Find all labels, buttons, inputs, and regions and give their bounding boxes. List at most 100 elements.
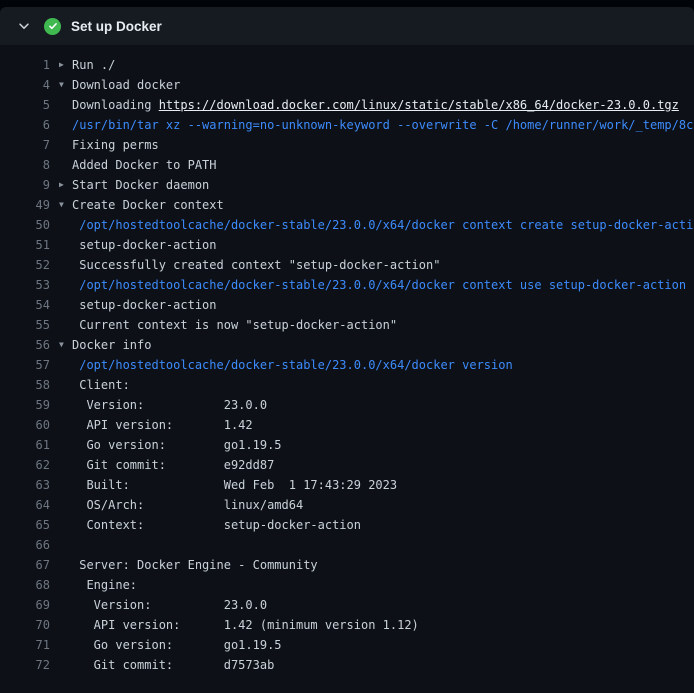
indent-spacer: [59, 315, 72, 335]
line-number[interactable]: 70: [0, 615, 50, 635]
group-title: Download docker: [72, 75, 180, 95]
indent-spacer: [59, 515, 72, 535]
line-number[interactable]: 59: [0, 395, 50, 415]
line-number[interactable]: 7: [0, 135, 50, 155]
indent-spacer: [59, 495, 72, 515]
log-line: 54 setup-docker-action: [0, 295, 694, 315]
indent-spacer: [59, 555, 72, 575]
line-number[interactable]: 67: [0, 555, 50, 575]
log-line: 71 Go version: go1.19.5: [0, 635, 694, 655]
group-collapsed-triangle-icon[interactable]: ▶: [59, 175, 72, 195]
line-number[interactable]: 5: [0, 95, 50, 115]
indent-spacer: [59, 95, 72, 115]
log-text: Version: 23.0.0: [72, 595, 267, 615]
line-number[interactable]: 60: [0, 415, 50, 435]
group-title: Create Docker context: [72, 195, 224, 215]
indent-spacer: [59, 455, 72, 475]
command-text: /usr/bin/tar xz --warning=no-unknown-key…: [72, 115, 694, 135]
line-number[interactable]: 49: [0, 195, 50, 215]
log-line: 55 Current context is now "setup-docker-…: [0, 315, 694, 335]
indent-spacer: [59, 375, 72, 395]
log-line: 59 Version: 23.0.0: [0, 395, 694, 415]
log-group-row[interactable]: 4 ▼Download docker: [0, 75, 694, 95]
indent-spacer: [59, 275, 72, 295]
indent-spacer: [59, 215, 72, 235]
group-expanded-triangle-icon[interactable]: ▼: [59, 335, 72, 355]
line-number[interactable]: 55: [0, 315, 50, 335]
log-text: Downloading: [72, 98, 159, 112]
indent-spacer: [59, 475, 72, 495]
indent-spacer: [59, 635, 72, 655]
log-line: 65 Context: setup-docker-action: [0, 515, 694, 535]
indent-spacer: [59, 595, 72, 615]
line-number[interactable]: 68: [0, 575, 50, 595]
line-number[interactable]: 53: [0, 275, 50, 295]
download-url-link[interactable]: https://download.docker.com/linux/static…: [159, 98, 679, 112]
group-title: Start Docker daemon: [72, 175, 209, 195]
command-text: /opt/hostedtoolcache/docker-stable/23.0.…: [72, 275, 686, 295]
chevron-down-icon[interactable]: [16, 18, 32, 34]
line-number[interactable]: 1: [0, 55, 50, 75]
line-number[interactable]: 52: [0, 255, 50, 275]
line-number[interactable]: 51: [0, 235, 50, 255]
group-title: Docker info: [72, 335, 151, 355]
log-line: 62 Git commit: e92dd87: [0, 455, 694, 475]
log-line: 70 API version: 1.42 (minimum version 1.…: [0, 615, 694, 635]
log-line: 63 Built: Wed Feb 1 17:43:29 2023: [0, 475, 694, 495]
line-number[interactable]: 57: [0, 355, 50, 375]
line-number[interactable]: 50: [0, 215, 50, 235]
log-text: Engine:: [72, 575, 137, 595]
log-text: Version: 23.0.0: [72, 395, 267, 415]
line-number[interactable]: 56: [0, 335, 50, 355]
line-number[interactable]: 69: [0, 595, 50, 615]
command-text: /opt/hostedtoolcache/docker-stable/23.0.…: [72, 355, 513, 375]
indent-spacer: [59, 135, 72, 155]
log-line: 7Fixing perms: [0, 135, 694, 155]
line-number[interactable]: 63: [0, 475, 50, 495]
log-group-row[interactable]: 9 ▶Start Docker daemon: [0, 175, 694, 195]
command-text: /opt/hostedtoolcache/docker-stable/23.0.…: [72, 215, 694, 235]
group-expanded-triangle-icon[interactable]: ▼: [59, 75, 72, 95]
indent-spacer: [59, 535, 72, 555]
log-text: Context: setup-docker-action: [72, 515, 361, 535]
log-text: Go version: go1.19.5: [72, 635, 282, 655]
line-number[interactable]: 58: [0, 375, 50, 395]
log-text: Built: Wed Feb 1 17:43:29 2023: [72, 475, 397, 495]
log-group-row[interactable]: 1 ▶Run ./: [0, 55, 694, 75]
success-check-icon: [44, 18, 61, 35]
line-number[interactable]: 65: [0, 515, 50, 535]
line-number[interactable]: 8: [0, 155, 50, 175]
line-number[interactable]: 66: [0, 535, 50, 555]
group-collapsed-triangle-icon[interactable]: ▶: [59, 55, 72, 75]
line-number[interactable]: 4: [0, 75, 50, 95]
log-line: 6/usr/bin/tar xz --warning=no-unknown-ke…: [0, 115, 694, 135]
log-group-row[interactable]: 49 ▼Create Docker context: [0, 195, 694, 215]
log-line: 66: [0, 535, 694, 555]
log-line: 50 /opt/hostedtoolcache/docker-stable/23…: [0, 215, 694, 235]
log-text: API version: 1.42: [72, 415, 253, 435]
indent-spacer: [59, 115, 72, 135]
line-number[interactable]: 62: [0, 455, 50, 475]
log-line: 5 Downloading https://download.docker.com…: [0, 95, 694, 115]
line-number[interactable]: 9: [0, 175, 50, 195]
log-line: 61 Go version: go1.19.5: [0, 435, 694, 455]
line-number[interactable]: 64: [0, 495, 50, 515]
log-text: Current context is now "setup-docker-act…: [72, 315, 397, 335]
log-line: 69 Version: 23.0.0: [0, 595, 694, 615]
log-group-row[interactable]: 56 ▼Docker info: [0, 335, 694, 355]
log-text: Git commit: d7573ab: [72, 655, 274, 675]
group-expanded-triangle-icon[interactable]: ▼: [59, 195, 72, 215]
line-number[interactable]: 71: [0, 635, 50, 655]
line-number[interactable]: 54: [0, 295, 50, 315]
group-title: Run ./: [72, 55, 115, 75]
indent-spacer: [59, 435, 72, 455]
step-header[interactable]: Set up Docker: [0, 7, 694, 45]
line-number[interactable]: 6: [0, 115, 50, 135]
line-number[interactable]: 61: [0, 435, 50, 455]
log-text: Downloading https://download.docker.com/…: [72, 95, 679, 115]
indent-spacer: [59, 615, 72, 635]
log-text: Successfully created context "setup-dock…: [72, 255, 440, 275]
line-number[interactable]: 72: [0, 655, 50, 675]
log-text: setup-docker-action: [72, 235, 217, 255]
log: 1▶Run ./4▼Download docker5Downloading ht…: [0, 45, 694, 693]
